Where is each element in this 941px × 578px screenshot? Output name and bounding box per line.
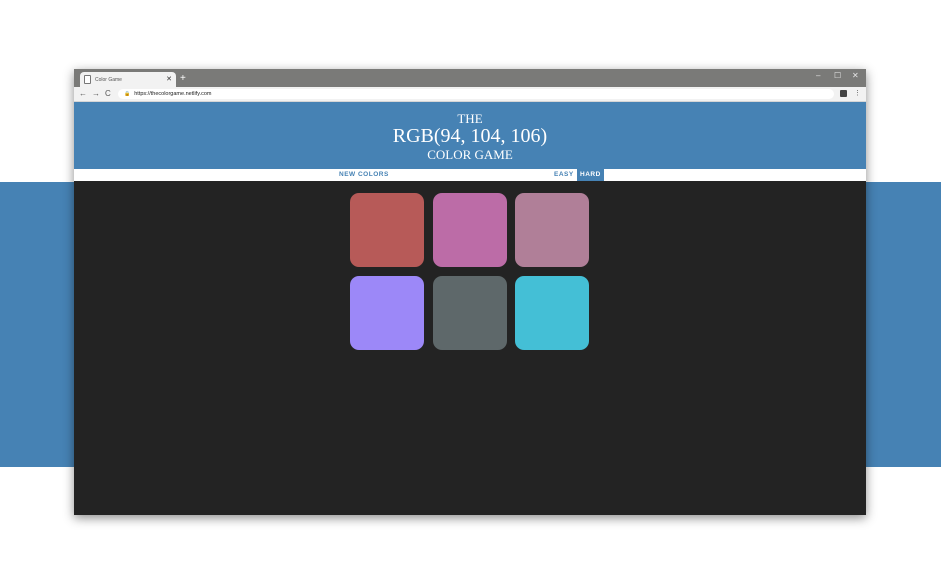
page-icon xyxy=(84,75,91,84)
new-colors-button[interactable]: NEW COLORS xyxy=(336,169,392,181)
target-rgb: RGB(94, 104, 106) xyxy=(392,125,548,147)
browser-tab[interactable]: Color Game ✕ xyxy=(80,72,176,87)
lock-icon: 🔒 xyxy=(124,91,131,97)
address-bar: ← → C 🔒 https://thecolorgame.netlify.com… xyxy=(74,87,866,102)
color-square[interactable] xyxy=(350,193,424,267)
tab-bar: Color Game ✕ + – ☐ ✕ xyxy=(74,69,866,87)
account-icon[interactable] xyxy=(840,90,847,97)
color-square[interactable] xyxy=(515,193,589,267)
tab-title: Color Game xyxy=(95,76,122,83)
back-button[interactable]: ← xyxy=(79,88,87,100)
color-square[interactable] xyxy=(515,276,589,350)
close-tab-icon[interactable]: ✕ xyxy=(166,76,172,83)
url-text: https://thecolorgame.netlify.com xyxy=(134,91,212,97)
new-tab-button[interactable]: + xyxy=(180,73,186,85)
color-square[interactable] xyxy=(433,276,507,350)
close-window-button[interactable]: ✕ xyxy=(852,71,859,81)
maximize-button[interactable]: ☐ xyxy=(834,71,841,81)
easy-mode-button[interactable]: EASY xyxy=(551,169,577,181)
url-field[interactable]: 🔒 https://thecolorgame.netlify.com xyxy=(118,89,834,99)
color-square[interactable] xyxy=(350,276,424,350)
hard-mode-button[interactable]: HARD xyxy=(577,169,604,181)
menu-icon[interactable]: ⋮ xyxy=(854,88,861,100)
browser-window: Color Game ✕ + – ☐ ✕ ← → C 🔒 https://the… xyxy=(74,69,866,515)
game-header: THE RGB(94, 104, 106) COLOR GAME xyxy=(74,102,866,169)
reload-button[interactable]: C xyxy=(105,88,111,100)
forward-button[interactable]: → xyxy=(92,88,100,100)
control-stripe: NEW COLORS EASY HARD xyxy=(74,169,866,181)
title-color-game: COLOR GAME xyxy=(427,147,513,162)
color-square[interactable] xyxy=(433,193,507,267)
minimize-button[interactable]: – xyxy=(816,71,820,81)
